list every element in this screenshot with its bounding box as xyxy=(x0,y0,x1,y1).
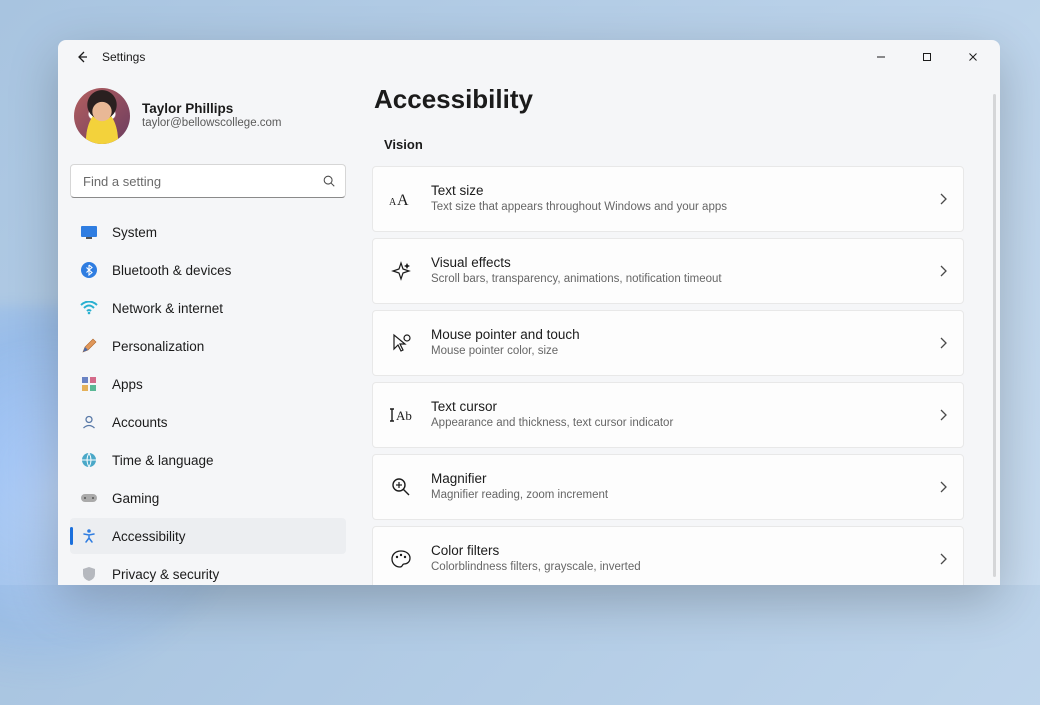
bluetooth-icon xyxy=(80,261,98,279)
sidebar-item-accounts[interactable]: Accounts xyxy=(70,404,346,440)
sidebar-item-network[interactable]: Network & internet xyxy=(70,290,346,326)
wifi-icon xyxy=(80,299,98,317)
profile-block[interactable]: Taylor Phillips taylor@bellowscollege.co… xyxy=(70,80,346,160)
sidebar-item-bluetooth[interactable]: Bluetooth & devices xyxy=(70,252,346,288)
card-visual-effects[interactable]: Visual effects Scroll bars, transparency… xyxy=(372,238,964,304)
apps-icon xyxy=(80,375,98,393)
sidebar-item-label: Apps xyxy=(112,377,143,392)
maximize-button[interactable] xyxy=(904,40,950,74)
svg-text:A: A xyxy=(397,192,409,209)
card-mouse-pointer[interactable]: Mouse pointer and touch Mouse pointer co… xyxy=(372,310,964,376)
card-title: Color filters xyxy=(431,542,921,560)
chevron-right-icon xyxy=(939,193,947,205)
close-icon xyxy=(968,52,978,62)
palette-icon xyxy=(389,547,413,571)
page-title: Accessibility xyxy=(374,84,976,115)
system-icon xyxy=(80,223,98,241)
nav: System Bluetooth & devices Network & int… xyxy=(70,214,346,585)
profile-email: taylor@bellowscollege.com xyxy=(142,117,282,131)
main-content: Accessibility Vision AA Text size Text s… xyxy=(358,74,1000,585)
minimize-button[interactable] xyxy=(858,40,904,74)
card-desc: Colorblindness filters, grayscale, inver… xyxy=(431,560,921,576)
card-desc: Magnifier reading, zoom increment xyxy=(431,488,921,504)
card-title: Magnifier xyxy=(431,470,921,488)
sidebar: Taylor Phillips taylor@bellowscollege.co… xyxy=(58,74,358,585)
section-title: Vision xyxy=(384,137,976,152)
text-cursor-icon: Ab xyxy=(389,403,413,427)
search-input[interactable] xyxy=(70,164,346,198)
sidebar-item-system[interactable]: System xyxy=(70,214,346,250)
card-title: Text cursor xyxy=(431,398,921,416)
sidebar-item-gaming[interactable]: Gaming xyxy=(70,480,346,516)
maximize-icon xyxy=(922,52,932,62)
titlebar: Settings xyxy=(58,40,1000,74)
card-desc: Mouse pointer color, size xyxy=(431,344,921,360)
sidebar-item-label: Personalization xyxy=(112,339,204,354)
back-arrow-icon xyxy=(75,50,89,64)
back-button[interactable] xyxy=(62,40,102,74)
accessibility-icon xyxy=(80,527,98,545)
accounts-icon xyxy=(80,413,98,431)
sidebar-item-label: Network & internet xyxy=(112,301,223,316)
globe-icon xyxy=(80,451,98,469)
sidebar-item-label: Accounts xyxy=(112,415,168,430)
card-magnifier[interactable]: Magnifier Magnifier reading, zoom increm… xyxy=(372,454,964,520)
settings-window: Settings Taylor Phillips taylor@bellowsc… xyxy=(58,40,1000,585)
minimize-icon xyxy=(876,52,886,62)
text-size-icon: AA xyxy=(389,187,413,211)
sidebar-item-accessibility[interactable]: Accessibility xyxy=(70,518,346,554)
app-title: Settings xyxy=(102,50,145,64)
card-desc: Scroll bars, transparency, animations, n… xyxy=(431,272,921,288)
chevron-right-icon xyxy=(939,481,947,493)
sparkle-icon xyxy=(389,259,413,283)
sidebar-item-privacy[interactable]: Privacy & security xyxy=(70,556,346,585)
sidebar-item-label: Accessibility xyxy=(112,529,186,544)
card-desc: Text size that appears throughout Window… xyxy=(431,200,921,216)
sidebar-item-apps[interactable]: Apps xyxy=(70,366,346,402)
sidebar-item-label: Privacy & security xyxy=(112,567,219,582)
card-title: Visual effects xyxy=(431,254,921,272)
card-text-size[interactable]: AA Text size Text size that appears thro… xyxy=(372,166,964,232)
chevron-right-icon xyxy=(939,409,947,421)
sidebar-item-time-language[interactable]: Time & language xyxy=(70,442,346,478)
search-container xyxy=(70,164,346,198)
card-desc: Appearance and thickness, text cursor in… xyxy=(431,416,921,432)
magnifier-icon xyxy=(389,475,413,499)
chevron-right-icon xyxy=(939,553,947,565)
chevron-right-icon xyxy=(939,337,947,349)
search-icon xyxy=(322,174,336,188)
card-color-filters[interactable]: Color filters Colorblindness filters, gr… xyxy=(372,526,964,585)
sidebar-item-label: Bluetooth & devices xyxy=(112,263,231,278)
close-button[interactable] xyxy=(950,40,996,74)
profile-name: Taylor Phillips xyxy=(142,101,282,117)
scrollbar[interactable] xyxy=(993,94,996,577)
card-title: Text size xyxy=(431,182,921,200)
svg-text:Ab: Ab xyxy=(396,408,412,423)
card-title: Mouse pointer and touch xyxy=(431,326,921,344)
cards-list: AA Text size Text size that appears thro… xyxy=(372,166,976,585)
cursor-icon xyxy=(389,331,413,355)
shield-icon xyxy=(80,565,98,583)
paintbrush-icon xyxy=(80,337,98,355)
sidebar-item-label: Gaming xyxy=(112,491,159,506)
card-text-cursor[interactable]: Ab Text cursor Appearance and thickness,… xyxy=(372,382,964,448)
avatar xyxy=(74,88,130,144)
chevron-right-icon xyxy=(939,265,947,277)
svg-text:A: A xyxy=(389,197,397,208)
sidebar-item-personalization[interactable]: Personalization xyxy=(70,328,346,364)
sidebar-item-label: Time & language xyxy=(112,453,214,468)
gaming-icon xyxy=(80,489,98,507)
sidebar-item-label: System xyxy=(112,225,157,240)
